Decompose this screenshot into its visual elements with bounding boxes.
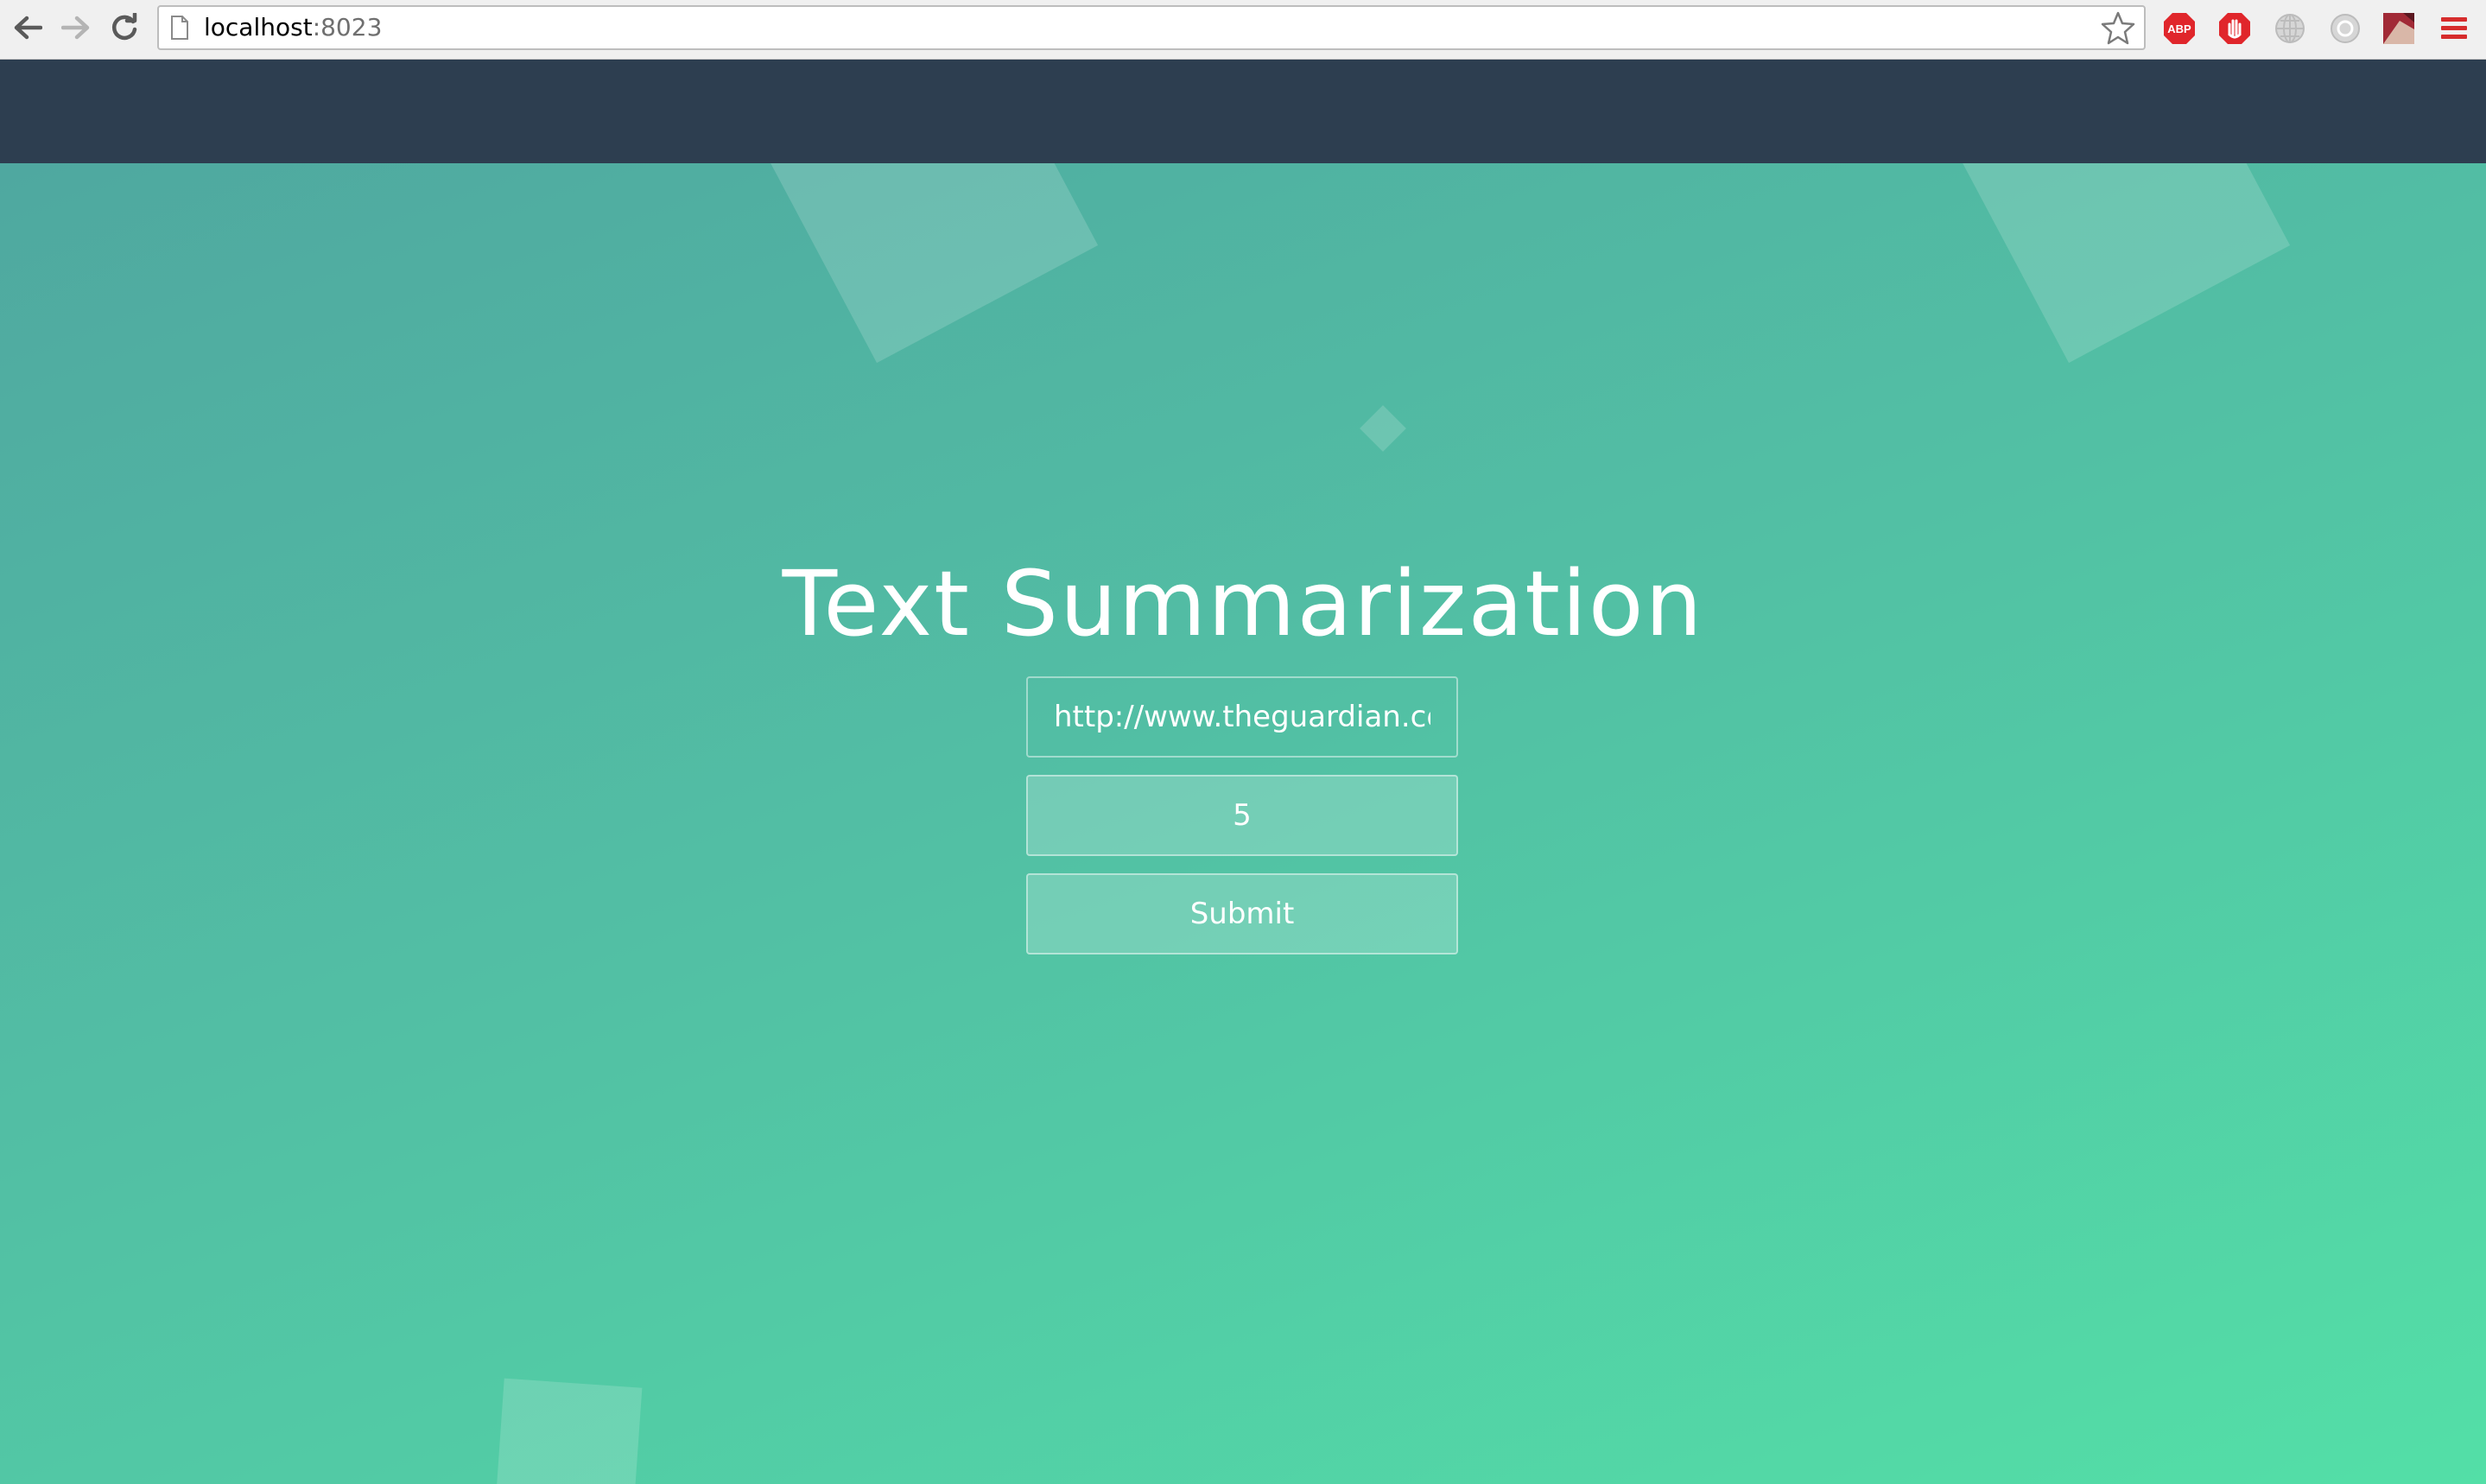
decorative-square — [1950, 163, 2291, 364]
url-host: localhost — [204, 13, 313, 41]
circle-extension-icon[interactable] — [2329, 12, 2362, 45]
address-bar[interactable]: localhost:8023 — [157, 5, 2146, 50]
decorative-square — [758, 163, 1099, 364]
forward-arrow-icon[interactable] — [59, 10, 93, 45]
page-icon — [171, 16, 188, 40]
stop-hand-icon[interactable] — [2218, 12, 2251, 45]
menu-icon[interactable] — [2438, 12, 2470, 45]
page-title: Text Summarization — [782, 550, 1704, 656]
decorative-square — [494, 1378, 643, 1484]
globe-icon[interactable] — [2274, 12, 2306, 45]
hero-section: Text Summarization Submit — [0, 163, 2486, 1484]
profile-image-icon[interactable] — [2382, 12, 2415, 45]
top-navbar — [0, 60, 2486, 163]
decorative-square — [1360, 405, 1406, 452]
sentence-count-input[interactable] — [1026, 775, 1458, 856]
url-port: :8023 — [312, 13, 383, 41]
browser-toolbar: localhost:8023 ABP — [0, 0, 2486, 60]
url-input[interactable] — [1026, 676, 1458, 758]
star-icon[interactable] — [2101, 10, 2135, 45]
adblock-plus-label: ABP — [2167, 22, 2191, 35]
reload-icon[interactable] — [107, 10, 142, 45]
back-arrow-icon[interactable] — [10, 10, 45, 45]
adblock-plus-icon[interactable]: ABP — [2163, 12, 2196, 45]
submit-button[interactable]: Submit — [1026, 873, 1458, 954]
url-text: localhost:8023 — [204, 7, 382, 48]
